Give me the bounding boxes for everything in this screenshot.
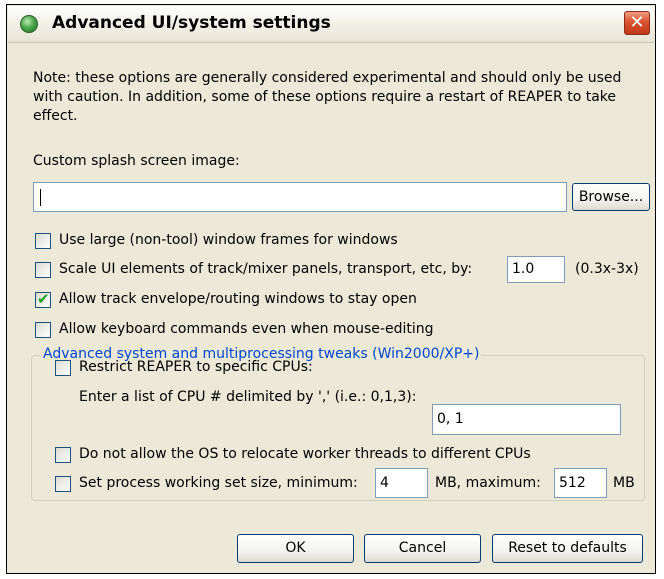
large-frames-label[interactable]: Use large (non-tool) window frames for w… [59, 232, 398, 248]
scale-ui-range-hint: (0.3x-3x) [575, 261, 639, 277]
cancel-button[interactable]: Cancel [364, 534, 481, 563]
keyboard-commands-label[interactable]: Allow keyboard commands even when mouse-… [59, 321, 434, 337]
keyboard-commands-checkbox[interactable] [35, 322, 51, 338]
no-relocate-checkbox[interactable] [55, 447, 71, 463]
working-set-mid-label: MB, maximum: [435, 475, 541, 491]
text-caret [40, 188, 41, 206]
title-bar[interactable]: Advanced UI/system settings ✕ [8, 6, 654, 43]
scale-ui-checkbox[interactable] [35, 262, 51, 278]
stay-open-checkbox[interactable]: ✔ [35, 290, 51, 308]
splash-path-input[interactable] [33, 182, 567, 212]
note-text: Note: these options are generally consid… [33, 70, 622, 124]
reset-defaults-button[interactable]: Reset to defaults [492, 534, 643, 563]
splash-label: Custom splash screen image: [33, 153, 240, 169]
cpu-list-label: Enter a list of CPU # delimited by ',' (… [79, 389, 417, 405]
dialog-title: Advanced UI/system settings [52, 13, 331, 33]
reaper-app-icon [20, 15, 38, 33]
scale-ui-input[interactable]: 1.0 [507, 256, 565, 283]
close-icon: ✕ [629, 12, 645, 33]
advanced-settings-dialog: Advanced UI/system settings ✕ Note: thes… [6, 4, 656, 574]
restrict-cpus-label[interactable]: Restrict REAPER to specific CPUs: [79, 359, 313, 375]
check-icon: ✔ [37, 290, 50, 308]
working-set-min-input[interactable]: 4 [375, 468, 428, 498]
working-set-unit-label: MB [613, 475, 635, 491]
close-button[interactable]: ✕ [624, 11, 650, 35]
restrict-cpus-checkbox[interactable] [55, 360, 71, 376]
working-set-label[interactable]: Set process working set size, minimum: [79, 475, 358, 491]
cpu-list-input[interactable]: 0, 1 [432, 404, 621, 435]
ok-button[interactable]: OK [237, 534, 354, 563]
stay-open-label[interactable]: Allow track envelope/routing windows to … [59, 291, 417, 307]
working-set-max-input[interactable]: 512 [554, 468, 607, 498]
scale-ui-label[interactable]: Scale UI elements of track/mixer panels,… [59, 261, 472, 277]
large-frames-checkbox[interactable] [35, 233, 51, 249]
working-set-checkbox[interactable] [55, 476, 71, 492]
no-relocate-label[interactable]: Do not allow the OS to relocate worker t… [79, 446, 531, 462]
browse-button[interactable]: Browse... [572, 183, 650, 211]
